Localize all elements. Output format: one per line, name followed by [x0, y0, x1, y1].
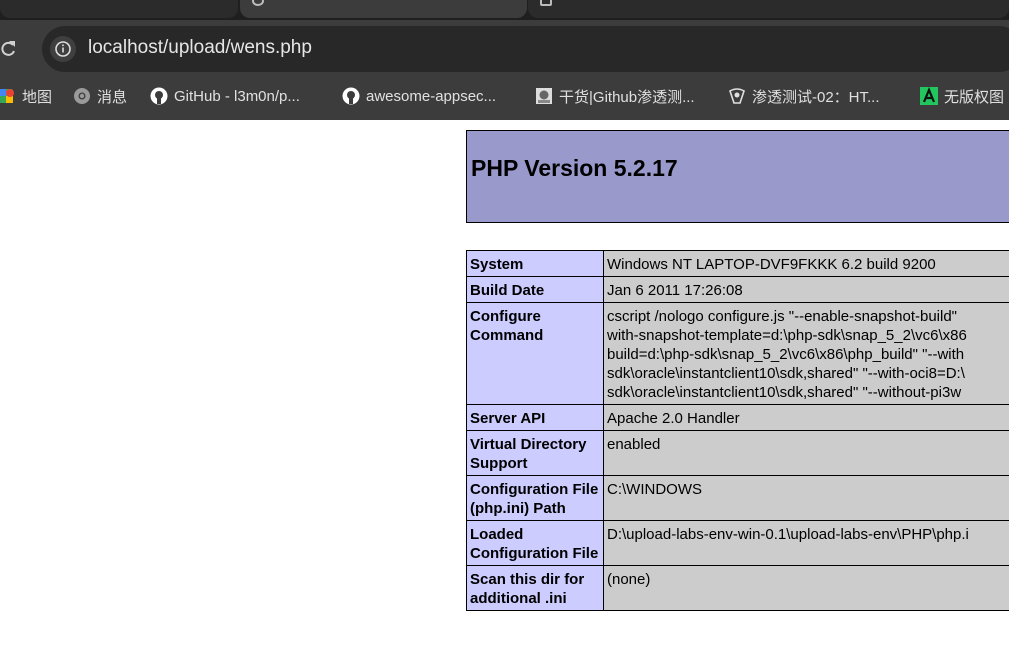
- table-row: Configure Command cscript /nologo config…: [466, 302, 1009, 405]
- site-info-icon[interactable]: [50, 36, 76, 62]
- row-key: Configure Command: [466, 302, 604, 405]
- php-version-header: PHP Version 5.2.17: [466, 130, 1009, 223]
- row-key: Scan this dir for additional .ini: [466, 565, 604, 611]
- row-value-line: sdk\oracle\instantclient10\sdk,shared" "…: [607, 384, 962, 401]
- row-key: System: [466, 250, 604, 277]
- row-value-line: Jan 6 2011 17:26:08: [607, 282, 743, 299]
- bookmark-label: 干货|Github渗透测...: [559, 88, 695, 106]
- tab-next[interactable]: [528, 0, 1009, 18]
- bookmark-label: 消息: [97, 88, 128, 106]
- bookmark-free-images[interactable]: 无版权图: [920, 86, 1004, 106]
- maps-icon: [0, 89, 14, 103]
- row-value: C:\WINDOWS: [603, 475, 1009, 521]
- bookmark-maps[interactable]: 地图: [0, 86, 52, 106]
- row-value-line: sdk\oracle\instantclient10\sdk,shared" "…: [607, 365, 965, 382]
- row-value-line: Apache 2.0 Handler: [607, 410, 740, 427]
- row-value-line: C:\WINDOWS: [607, 481, 702, 498]
- row-key: Loaded Configuration File: [466, 520, 604, 566]
- table-row: Scan this dir for additional .ini (none): [466, 565, 1009, 611]
- github-icon: [342, 87, 360, 105]
- bookmark-label: 渗透测试-02：HT...: [752, 88, 880, 106]
- table-row: Loaded Configuration File D:\upload-labs…: [466, 520, 1009, 566]
- chrome-icon: [74, 88, 90, 104]
- bookmark-label: 无版权图: [944, 88, 1005, 106]
- row-value-line: enabled: [607, 436, 661, 453]
- bookmark-label: 地图: [22, 88, 53, 106]
- github-icon: [150, 87, 168, 105]
- table-row: Configuration File (php.ini) Path C:\WIN…: [466, 475, 1009, 521]
- table-row: Server API Apache 2.0 Handler: [466, 404, 1009, 431]
- bookmark-awesome-appsec[interactable]: awesome-appsec...: [342, 86, 496, 106]
- bookmark-github-pentest[interactable]: 干货|Github渗透测...: [535, 86, 695, 106]
- row-value-line: cscript /nologo configure.js "--enable-s…: [607, 308, 958, 325]
- row-value: Windows NT LAPTOP-DVF9FKKK 6.2 build 920…: [603, 250, 1009, 277]
- tab-strip: [0, 0, 1009, 20]
- row-value: Apache 2.0 Handler: [603, 404, 1009, 431]
- row-key: Server API: [466, 404, 604, 431]
- bookmark-messages[interactable]: 消息: [73, 86, 127, 106]
- bookmark-github-l3m0n[interactable]: GitHub - l3m0n/p...: [150, 86, 300, 106]
- row-value: Jan 6 2011 17:26:08: [603, 276, 1009, 303]
- row-value-line: (none): [607, 571, 651, 588]
- table-row: Virtual Directory Support enabled: [466, 430, 1009, 476]
- page-icon: [536, 88, 552, 104]
- page-title: PHP Version 5.2.17: [471, 155, 678, 181]
- row-value: cscript /nologo configure.js "--enable-s…: [603, 302, 1009, 405]
- tab-previous[interactable]: [0, 0, 238, 18]
- row-key: Build Date: [466, 276, 604, 303]
- row-value: D:\upload-labs-env-win-0.1\upload-labs-e…: [603, 520, 1009, 566]
- row-value-line: with-snapshot-template=d:\php-sdk\snap_5…: [607, 327, 967, 344]
- bookmark-label: GitHub - l3m0n/p...: [174, 87, 300, 105]
- table-row: System Windows NT LAPTOP-DVF9FKKK 6.2 bu…: [466, 250, 1009, 277]
- row-value-line: build=d:\php-sdk\snap_5_2\vc6\x86\php_bu…: [607, 346, 965, 363]
- tab-active[interactable]: [240, 0, 527, 18]
- row-key: Configuration File (php.ini) Path: [466, 475, 604, 521]
- github-icon: [540, 0, 552, 6]
- row-value: (none): [603, 565, 1009, 611]
- row-value-line: D:\upload-labs-env-win-0.1\upload-labs-e…: [607, 526, 969, 543]
- phpinfo-table: System Windows NT LAPTOP-DVF9FKKK 6.2 bu…: [466, 250, 1009, 611]
- globe-icon: [252, 0, 264, 6]
- bookmark-pentest-02[interactable]: 渗透测试-02：HT...: [728, 86, 880, 106]
- table-row: Build Date Jan 6 2011 17:26:08: [466, 276, 1009, 303]
- reload-icon[interactable]: [0, 39, 18, 59]
- page-content: PHP Version 5.2.17 System Windows NT LAP…: [0, 120, 1009, 664]
- a-logo-icon: [920, 87, 938, 105]
- bookmark-label: awesome-appsec...: [366, 87, 497, 105]
- address-bar-url[interactable]: localhost/upload/wens.php: [88, 37, 312, 59]
- row-value: enabled: [603, 430, 1009, 476]
- row-key: Virtual Directory Support: [466, 430, 604, 476]
- site-icon: [729, 88, 745, 104]
- row-value-line: Windows NT LAPTOP-DVF9FKKK 6.2 build 920…: [607, 256, 936, 273]
